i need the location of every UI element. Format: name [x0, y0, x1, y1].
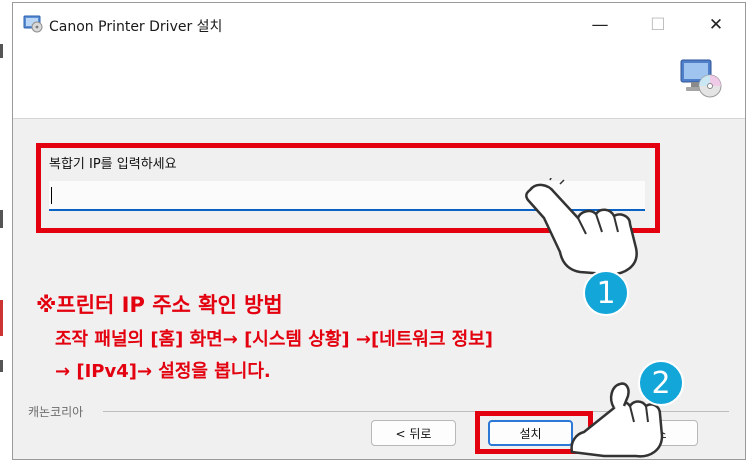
step-2-badge: 2 — [638, 360, 684, 406]
dialog-header — [13, 46, 745, 119]
text-caret — [51, 187, 52, 204]
step-1-badge: 1 — [583, 270, 629, 316]
brand-label: 캐논코리아 — [28, 403, 88, 420]
install-button[interactable]: 설치 — [488, 420, 573, 446]
window-title: Canon Printer Driver 설치 — [49, 19, 223, 35]
ip-address-input[interactable] — [49, 181, 645, 211]
ip-field-label: 복합기 IP를 입력하세요 — [49, 157, 177, 172]
back-button[interactable]: < 뒤로 — [371, 420, 456, 446]
ip-help-line: 조작 패널의 [홈] 화면→ [시스템 상황] →[네트워크 정보] — [55, 329, 494, 350]
screenshot-stage: Canon Printer Driver 설치 — ☐ ✕ 캐논코리아 복합기 … — [0, 0, 746, 461]
ip-help-line: → [IPv4]→ 설정을 봅니다. — [55, 361, 271, 382]
background-edge-mark — [0, 360, 3, 372]
computer-cd-icon — [680, 59, 722, 98]
divider-line — [103, 411, 729, 412]
background-edge-mark — [0, 44, 3, 58]
footer-divider: 캐논코리아 — [13, 403, 745, 420]
installer-app-icon — [23, 15, 43, 33]
maximize-button[interactable]: ☐ — [635, 3, 681, 46]
close-icon: ✕ — [708, 14, 724, 35]
title-bar[interactable]: Canon Printer Driver 설치 — ☐ ✕ — [13, 3, 745, 46]
background-edge-mark — [0, 300, 3, 336]
minimize-icon: — — [591, 14, 609, 35]
background-edge-mark — [0, 210, 3, 228]
minimize-button[interactable]: — — [577, 3, 623, 46]
cancel-button[interactable]: 취소 — [613, 420, 698, 446]
installer-dialog: Canon Printer Driver 설치 — ☐ ✕ 캐논코리아 — [12, 2, 746, 460]
ip-help-heading: ※프린터 IP 주소 확인 방법 — [36, 293, 283, 317]
maximize-icon: ☐ — [650, 14, 666, 35]
close-button[interactable]: ✕ — [693, 3, 739, 46]
